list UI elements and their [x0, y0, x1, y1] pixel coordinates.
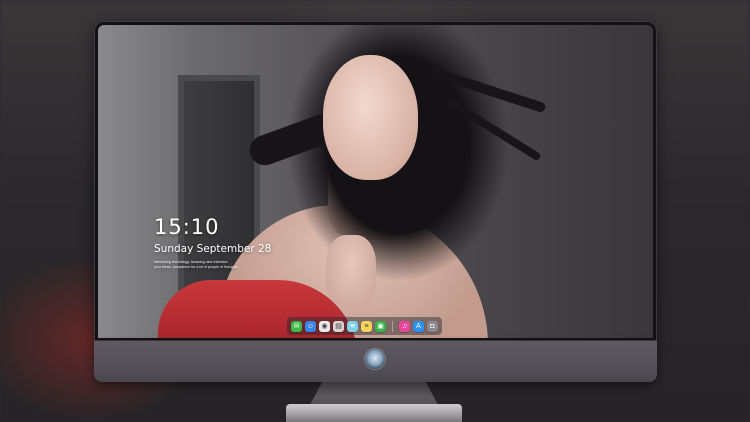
lock-screen[interactable]: 15:10 Sunday September 28 Interesting te… [98, 25, 653, 338]
lock-caption: Interesting technology. Amazing user int… [154, 260, 264, 270]
camera-icon[interactable]: ◘ [427, 320, 438, 332]
safari-icon[interactable]: ◉ [319, 320, 330, 332]
appstore-icon[interactable]: A [413, 320, 424, 332]
wallpaper-figure-hand [326, 235, 376, 305]
lock-time: 15:10 [154, 215, 220, 239]
monitor-bezel: 15:10 Sunday September 28 Interesting te… [94, 21, 657, 341]
lock-date: Sunday September 28 [154, 243, 272, 255]
monitor-chin [94, 341, 657, 382]
lock-caption-line: your ideas, companion for a lot of peopl… [154, 265, 239, 269]
notes-icon[interactable]: ≡ [361, 320, 372, 332]
music-icon[interactable]: ♫ [399, 320, 410, 332]
messages-icon[interactable]: ✉ [291, 320, 302, 332]
dock-separator [392, 320, 393, 332]
facetime-icon[interactable]: ▣ [375, 320, 386, 332]
brand-logo-icon [365, 349, 385, 369]
preview-icon[interactable]: ▤ [333, 320, 344, 332]
lock-clock: 15:10 Sunday September 28 Interesting te… [154, 215, 271, 270]
finder-icon[interactable]: ☺ [305, 320, 316, 332]
wallpaper-figure-face [323, 55, 418, 180]
monitor-stand-base [286, 404, 462, 422]
dock: ✉ ☺ ◉ ▤ ≋ ≡ ▣ ♫ A ◘ [287, 317, 442, 335]
clapper-icon[interactable]: ≋ [347, 320, 358, 332]
monitor: 15:10 Sunday September 28 Interesting te… [94, 21, 657, 382]
